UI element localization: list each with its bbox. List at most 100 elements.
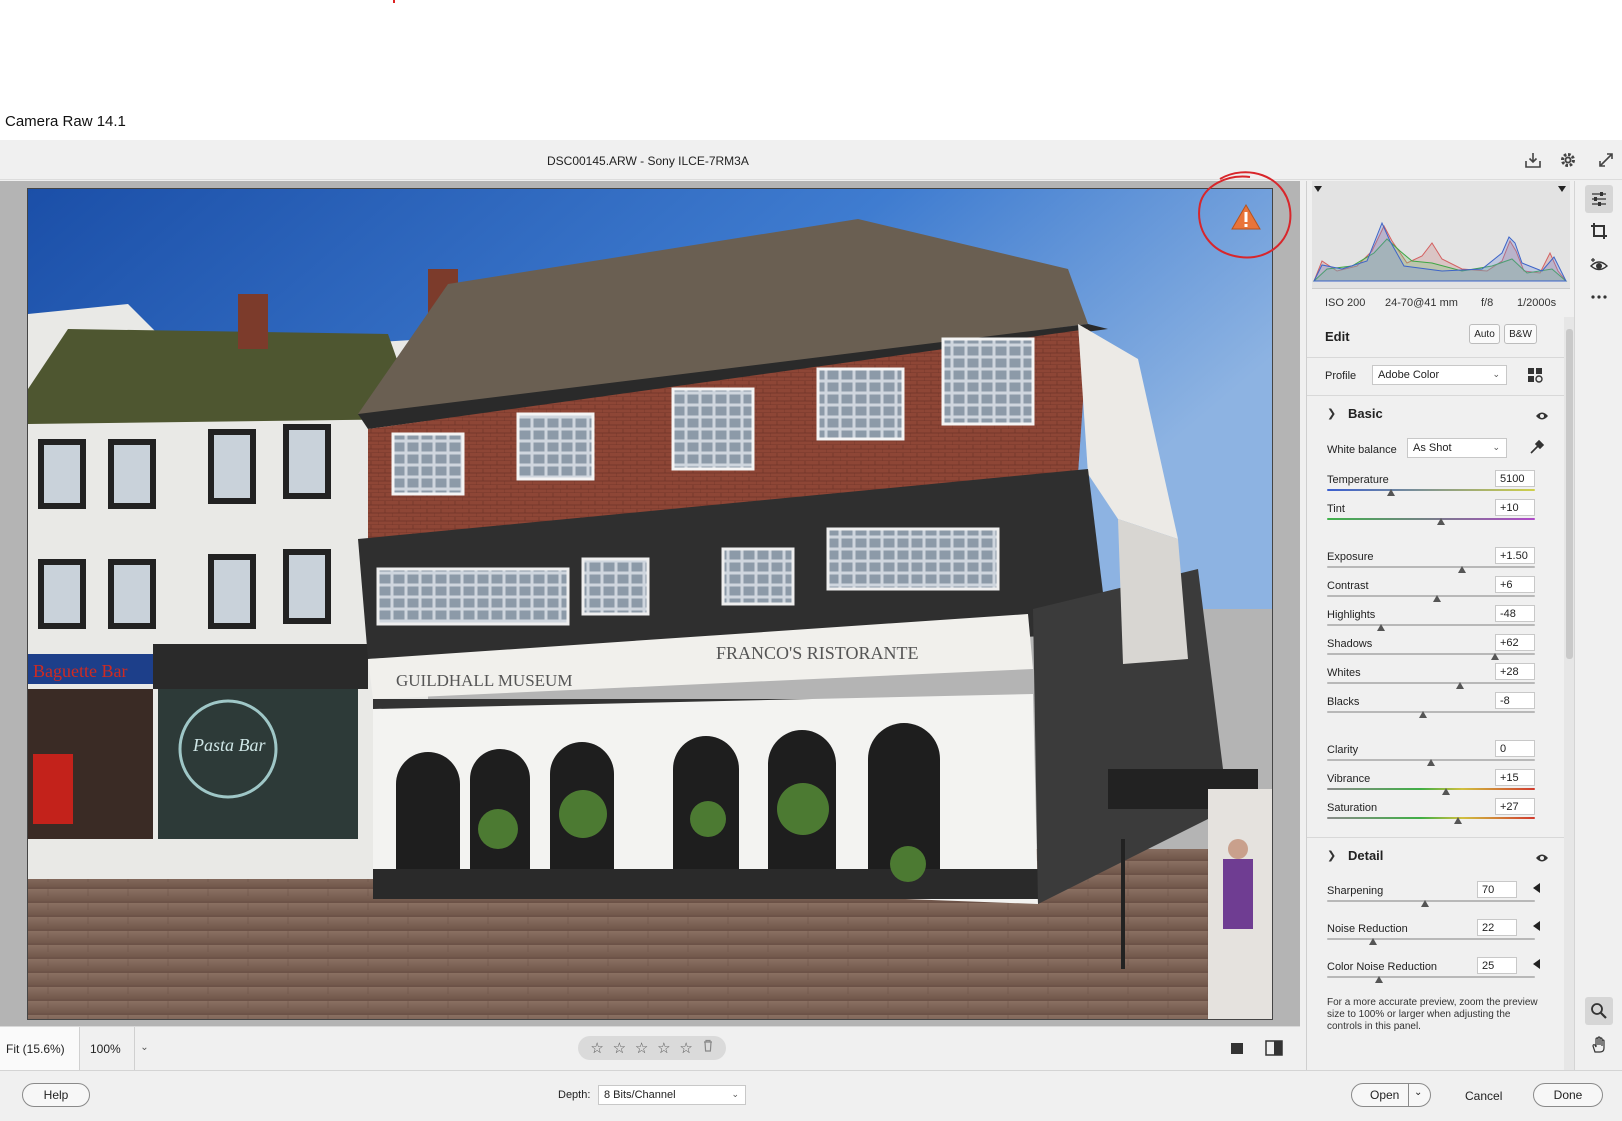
slider-thumb[interactable] xyxy=(1458,566,1467,573)
slider-track[interactable] xyxy=(1327,682,1535,684)
slider-thumb[interactable] xyxy=(1441,788,1450,795)
image-preview-area: Baguette Bar Pasta Bar GUILDHALL MUSEUM … xyxy=(0,171,1300,1026)
depth-value: 8 Bits/Channel xyxy=(604,1089,676,1101)
done-button[interactable]: Done xyxy=(1533,1083,1603,1107)
auto-button[interactable]: Auto xyxy=(1469,324,1500,344)
more-options-icon[interactable] xyxy=(1585,283,1613,311)
slider-value-field[interactable]: 22 xyxy=(1477,919,1517,936)
slider-thumb[interactable] xyxy=(1377,624,1386,631)
healing-redeye-icon[interactable] xyxy=(1585,251,1613,279)
edit-sliders-icon[interactable] xyxy=(1585,185,1613,213)
chevron-down-icon[interactable]: ⌄ xyxy=(1414,1087,1422,1098)
slider-track[interactable] xyxy=(1327,653,1535,655)
slider-value-field[interactable]: +28 xyxy=(1495,663,1535,680)
slider-thumb[interactable] xyxy=(1418,711,1427,718)
slider-track[interactable] xyxy=(1327,566,1535,568)
edit-panel: ISO 200 24-70@41 mm f/8 1/2000s Edit Aut… xyxy=(1306,181,1575,1070)
save-image-icon[interactable] xyxy=(1523,150,1543,170)
help-button[interactable]: Help xyxy=(22,1083,90,1107)
cancel-button[interactable]: Cancel xyxy=(1465,1089,1502,1103)
slider-thumb[interactable] xyxy=(1387,489,1396,496)
zoom-dropdown-chevron-icon[interactable]: ⌄ xyxy=(134,1027,154,1070)
slider-thumb[interactable] xyxy=(1368,938,1377,945)
crop-icon[interactable] xyxy=(1585,217,1613,245)
slider-label: Saturation xyxy=(1327,802,1378,814)
slider-value-field[interactable]: +10 xyxy=(1495,499,1535,516)
trash-icon[interactable] xyxy=(702,1039,714,1057)
slider-value-field[interactable]: 70 xyxy=(1477,881,1517,898)
slider-thumb[interactable] xyxy=(1427,759,1435,766)
slider-thumb[interactable] xyxy=(1454,817,1463,824)
eyedropper-icon[interactable] xyxy=(1529,439,1545,460)
slider-track[interactable] xyxy=(1327,976,1535,978)
warning-triangle-icon[interactable] xyxy=(1230,203,1262,231)
visibility-eye-icon[interactable] xyxy=(1535,408,1549,426)
slider-value-field[interactable]: +1.50 xyxy=(1495,547,1535,564)
profile-browser-icon[interactable] xyxy=(1527,367,1543,388)
slider-thumb[interactable] xyxy=(1456,682,1465,689)
slider-value-field[interactable]: +15 xyxy=(1495,769,1535,786)
slider-value-field[interactable]: +62 xyxy=(1495,634,1535,651)
zoom-tool-icon[interactable] xyxy=(1585,997,1613,1025)
slider-value-field[interactable]: -8 xyxy=(1495,692,1535,709)
slider-track[interactable] xyxy=(1327,711,1535,713)
fullscreen-icon[interactable] xyxy=(1596,150,1616,170)
slider-row-highlights: Highlights -48 xyxy=(1307,605,1564,637)
slider-label: Contrast xyxy=(1327,580,1369,592)
profile-dropdown[interactable]: Adobe Color ⌄ xyxy=(1372,365,1507,385)
slider-track[interactable] xyxy=(1327,938,1535,940)
slider-label: Shadows xyxy=(1327,638,1373,650)
exif-info: ISO 200 24-70@41 mm f/8 1/2000s xyxy=(1307,291,1575,315)
slider-value-field[interactable]: +6 xyxy=(1495,576,1535,593)
photo-preview[interactable]: Baguette Bar Pasta Bar GUILDHALL MUSEUM … xyxy=(27,188,1273,1020)
preview-mode-icon[interactable] xyxy=(1228,1039,1246,1062)
open-button[interactable]: Open ⌄ xyxy=(1351,1083,1431,1107)
star-icon[interactable]: ☆ xyxy=(613,1039,626,1057)
slider-thumb[interactable] xyxy=(1437,518,1446,525)
slider-track[interactable] xyxy=(1327,900,1535,902)
slider-track[interactable] xyxy=(1327,595,1535,597)
expand-arrow-icon[interactable] xyxy=(1533,921,1540,931)
white-balance-dropdown[interactable]: As Shot ⌄ xyxy=(1407,438,1507,458)
preview-toolbar: Fit (15.6%) 100% ⌄ ☆ ☆ ☆ ☆ ☆ xyxy=(0,1026,1300,1070)
scrollbar-thumb[interactable] xyxy=(1566,329,1573,659)
slider-label: Vibrance xyxy=(1327,773,1371,785)
hand-tool-icon[interactable] xyxy=(1585,1031,1613,1059)
slider-thumb[interactable] xyxy=(1491,653,1500,660)
slider-thumb[interactable] xyxy=(1433,595,1442,602)
expand-arrow-icon[interactable] xyxy=(1533,883,1540,893)
footer-bar: Help Depth: 8 Bits/Channel ⌄ Open ⌄ Canc… xyxy=(0,1070,1622,1121)
detail-section-header[interactable]: ❯ Detail xyxy=(1307,837,1564,873)
basic-section-header[interactable]: ❯ Basic xyxy=(1307,395,1564,431)
visibility-eye-icon[interactable] xyxy=(1535,850,1549,868)
slider-thumb[interactable] xyxy=(1420,900,1429,907)
slider-track[interactable] xyxy=(1327,489,1535,491)
star-icon[interactable]: ☆ xyxy=(635,1039,648,1057)
slider-track[interactable] xyxy=(1327,624,1535,626)
slider-row-contrast: Contrast +6 xyxy=(1307,576,1564,608)
chevron-down-icon: ❯ xyxy=(1327,408,1337,420)
bw-button[interactable]: B&W xyxy=(1504,324,1537,344)
slider-track[interactable] xyxy=(1327,788,1535,790)
star-icon[interactable]: ☆ xyxy=(590,1039,603,1057)
slider-track[interactable] xyxy=(1327,518,1535,520)
zoom-100-button[interactable]: 100% xyxy=(82,1027,134,1070)
edit-title: Edit xyxy=(1325,329,1350,344)
slider-value-field[interactable]: 0 xyxy=(1495,740,1535,757)
before-after-compare-icon[interactable] xyxy=(1264,1039,1284,1062)
slider-row-noise-reduction: Noise Reduction 22 xyxy=(1307,919,1564,951)
slider-value-field[interactable]: 5100 xyxy=(1495,470,1535,487)
slider-value-field[interactable]: -48 xyxy=(1495,605,1535,622)
star-icon[interactable]: ☆ xyxy=(657,1039,670,1057)
slider-value-field[interactable]: 25 xyxy=(1477,957,1517,974)
depth-dropdown[interactable]: 8 Bits/Channel ⌄ xyxy=(598,1085,746,1105)
star-icon[interactable]: ☆ xyxy=(679,1039,692,1057)
red-mark xyxy=(393,0,395,3)
slider-thumb[interactable] xyxy=(1375,976,1383,983)
zoom-fit-button[interactable]: Fit (15.6%) xyxy=(0,1027,80,1070)
settings-gear-icon[interactable] xyxy=(1558,150,1578,170)
slider-row-shadows: Shadows +62 xyxy=(1307,634,1564,666)
slider-track[interactable] xyxy=(1327,817,1535,819)
slider-value-field[interactable]: +27 xyxy=(1495,798,1535,815)
expand-arrow-icon[interactable] xyxy=(1533,959,1540,969)
